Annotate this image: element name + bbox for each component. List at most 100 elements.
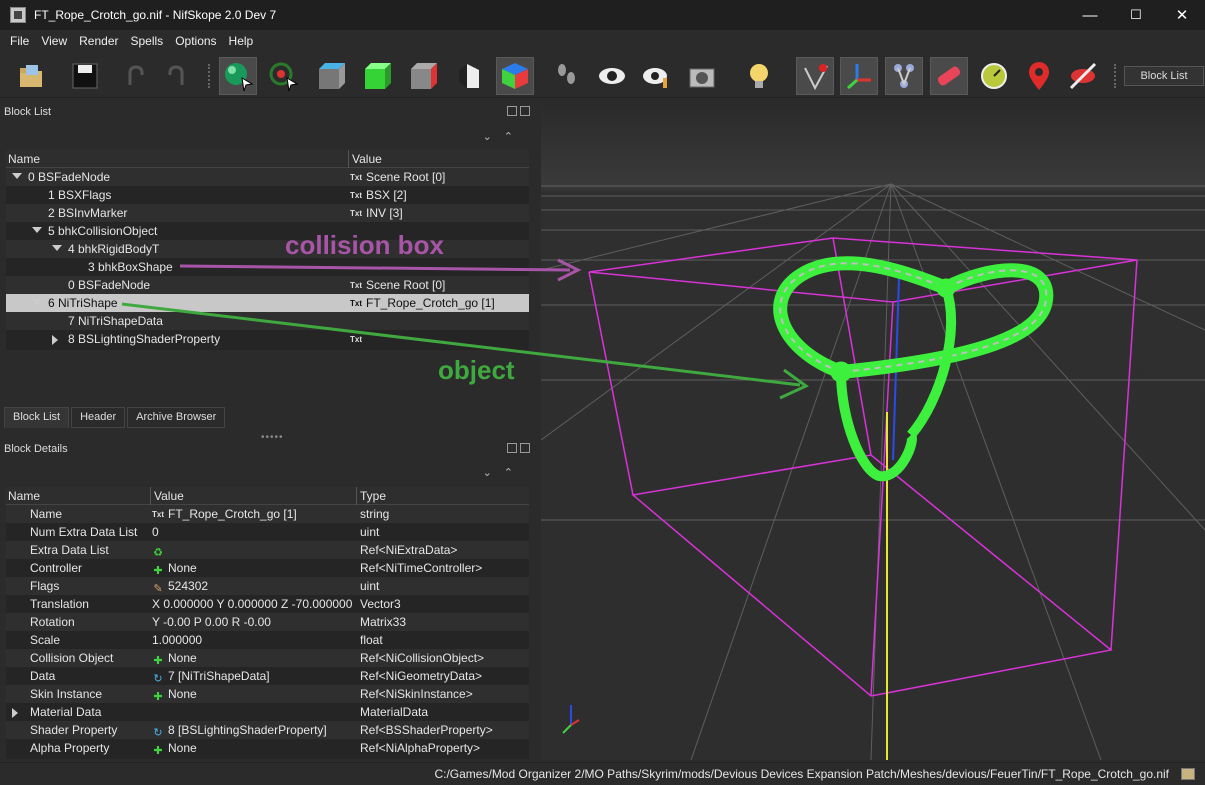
folder-icon[interactable]	[1181, 768, 1195, 780]
redo-button[interactable]	[158, 57, 196, 95]
lighting-button[interactable]	[740, 57, 778, 95]
expanded-caret-icon[interactable]	[12, 173, 22, 179]
details-row[interactable]: Controller ✚ None Ref<NiTimeController>	[6, 559, 529, 577]
block-list-row[interactable]: 7 NiTriShapeData	[6, 312, 529, 330]
3d-viewport[interactable]	[541, 100, 1205, 760]
block-list-window-controls[interactable]	[507, 106, 531, 116]
block-list-row[interactable]: 6 NiTriShape Txt FT_Rope_Crotch_go [1]	[6, 294, 529, 312]
details-row[interactable]: Material Data MaterialData	[6, 703, 529, 721]
menu-spells[interactable]: Spells	[125, 34, 170, 48]
show-havok-button[interactable]	[975, 57, 1013, 95]
expanded-caret-icon[interactable]	[32, 227, 42, 233]
select-vertex-button[interactable]	[264, 57, 302, 95]
block-list-tree: Name Value 0 BSFadeNode Txt Scene Root [0]…	[6, 150, 529, 350]
field-value[interactable]: X 0.000000 Y 0.000000 Z -70.000000	[152, 597, 352, 611]
tab-archive-browser[interactable]: Archive Browser	[127, 407, 226, 428]
block-list-row[interactable]: 3 bhkBoxShape	[6, 258, 529, 276]
menu-help[interactable]: Help	[223, 34, 260, 48]
save-button[interactable]	[66, 57, 104, 95]
details-collapse-expand-arrows[interactable]: ⌄⌃	[483, 466, 525, 479]
show-markers-pin-button[interactable]	[1020, 57, 1058, 95]
column-name[interactable]: Name	[8, 489, 40, 503]
details-row[interactable]: Shader Property ↻ 8 [BSLightingShaderPrope…	[6, 721, 529, 739]
expanded-caret-icon[interactable]	[32, 299, 42, 305]
details-row[interactable]: Extra Data List ♻ Ref<NiExtraData>	[6, 541, 529, 559]
maximize-button[interactable]: ☐	[1113, 0, 1159, 30]
field-value[interactable]: ✚ None	[152, 651, 196, 667]
block-list-row[interactable]: 0 BSFadeNode Txt Scene Root [0]	[6, 168, 529, 186]
menu-file[interactable]: File	[4, 34, 35, 48]
details-row[interactable]: Collision Object ✚ None Ref<NiCollisionObje…	[6, 649, 529, 667]
view-normals-button[interactable]	[450, 57, 488, 95]
screenshot-button[interactable]	[683, 57, 721, 95]
block-list-row[interactable]: 1 BSXFlags Txt BSX [2]	[6, 186, 529, 204]
field-value[interactable]: 0	[152, 525, 159, 539]
block-list-row[interactable]: 0 BSFadeNode Txt Scene Root [0]	[6, 276, 529, 294]
show-markers-button[interactable]	[638, 57, 676, 95]
window-title: FT_Rope_Crotch_go.nif - NifSkope 2.0 Dev…	[34, 8, 277, 22]
field-value[interactable]: Txt FT_Rope_Crotch_go [1]	[152, 507, 297, 521]
details-row[interactable]: Flags ✎ 524302 uint	[6, 577, 529, 595]
column-value[interactable]: Value	[154, 489, 184, 503]
field-value[interactable]: ✚ None	[152, 561, 196, 577]
menu-options[interactable]: Options	[169, 34, 222, 48]
load-button[interactable]	[12, 57, 50, 95]
field-value[interactable]: ✚ None	[152, 687, 196, 703]
details-row[interactable]: Rotation Y -0.00 P 0.00 R -0.00 Matrix33	[6, 613, 529, 631]
close-button[interactable]: ✕	[1159, 0, 1205, 30]
column-type[interactable]: Type	[360, 489, 386, 503]
tab-header[interactable]: Header	[71, 407, 126, 428]
show-constraints-button[interactable]	[885, 57, 923, 95]
walk-mode-button[interactable]	[548, 57, 586, 95]
block-details-window-controls[interactable]	[507, 443, 531, 453]
minimize-button[interactable]: —	[1067, 0, 1113, 30]
collapsed-caret-icon[interactable]	[52, 335, 58, 345]
field-value[interactable]: ↻ 7 [NiTriShapeData]	[152, 669, 270, 685]
details-row[interactable]: Name Txt FT_Rope_Crotch_go [1] string	[6, 505, 529, 523]
field-value[interactable]: ↻ 8 [BSLightingShaderProperty]	[152, 723, 326, 739]
collapsed-caret-icon[interactable]	[12, 708, 18, 718]
select-object-button[interactable]	[219, 57, 257, 95]
collapse-expand-arrows[interactable]: ⌄⌃	[483, 130, 525, 143]
column-value[interactable]: Value	[352, 152, 382, 166]
block-list-row[interactable]: 8 BSLightingShaderProperty Txt	[6, 330, 529, 348]
details-row[interactable]: Data ↻ 7 [NiTriShapeData] Ref<NiGeometryDat…	[6, 667, 529, 685]
view-rgb-button[interactable]	[496, 57, 534, 95]
block-name: 0 BSFadeNode	[68, 278, 151, 292]
field-value[interactable]: 1.000000	[152, 633, 202, 647]
details-row[interactable]: Num Extra Data List 0 uint	[6, 523, 529, 541]
view-vertex-colors-button[interactable]	[404, 57, 442, 95]
floppy-disk-icon	[72, 63, 98, 89]
undo-button[interactable]	[116, 57, 154, 95]
details-row[interactable]: Translation X 0.000000 Y 0.000000 Z -70.0…	[6, 595, 529, 613]
hide-visual-button[interactable]	[1064, 57, 1102, 95]
block-list-row[interactable]: 2 BSInvMarker Txt INV [3]	[6, 204, 529, 222]
column-name[interactable]: Name	[8, 152, 40, 166]
field-value[interactable]: ✎ 524302	[152, 579, 208, 595]
menu-render[interactable]: Render	[73, 34, 124, 48]
block-list-toggle-button[interactable]: Block List	[1124, 66, 1204, 86]
block-list-row[interactable]: 5 bhkCollisionObject	[6, 222, 529, 240]
tab-block-list[interactable]: Block List	[4, 407, 70, 428]
block-name: 7 NiTriShapeData	[68, 314, 163, 328]
details-row[interactable]: Scale 1.000000 float	[6, 631, 529, 649]
block-list-row[interactable]: 4 bhkRigidBodyT	[6, 240, 529, 258]
details-row[interactable]: Skin Instance ✚ None Ref<NiSkinInstance>	[6, 685, 529, 703]
field-value[interactable]: ♻	[152, 543, 168, 559]
field-value[interactable]: Y -0.00 P 0.00 R -0.00	[152, 615, 271, 629]
splitter-handle[interactable]: •••••	[261, 432, 284, 443]
field-value-text: 7 [NiTriShapeData]	[168, 669, 270, 683]
show-collision-button[interactable]	[930, 57, 968, 95]
show-hidden-button[interactable]	[593, 57, 631, 95]
view-textures-button[interactable]	[358, 57, 396, 95]
show-axes-button[interactable]	[796, 57, 834, 95]
field-type: Ref<NiTimeController>	[360, 561, 483, 575]
field-name: Data	[30, 669, 56, 683]
view-flat-button[interactable]	[312, 57, 350, 95]
expanded-caret-icon[interactable]	[52, 245, 62, 251]
field-type: Matrix33	[360, 615, 407, 629]
menu-view[interactable]: View	[35, 34, 73, 48]
field-value[interactable]: ✚ None	[152, 741, 196, 757]
details-row[interactable]: Alpha Property ✚ None Ref<NiAlphaProperty>	[6, 739, 529, 757]
show-nodes-button[interactable]	[840, 57, 878, 95]
